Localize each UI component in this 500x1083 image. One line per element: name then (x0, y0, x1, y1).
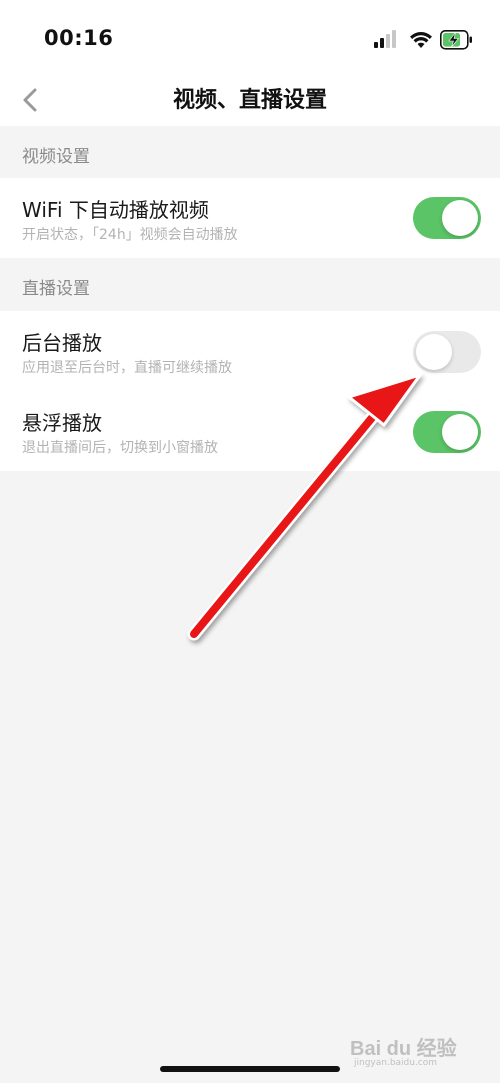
section-title: 视频设置 (22, 147, 90, 167)
battery-charging-icon (440, 30, 472, 50)
toggle-knob (416, 334, 452, 370)
status-bar: 00:16 (0, 0, 500, 78)
floating-play-toggle[interactable] (413, 411, 481, 453)
row-subtitle: 退出直播间后，切换到小窗播放 (22, 440, 218, 456)
watermark-url: jingyan.baidu.com (354, 1058, 438, 1068)
row-title: 悬浮播放 (22, 411, 102, 435)
section-title: 直播设置 (22, 279, 90, 299)
row-subtitle: 开启状态，「24h」视频会自动播放 (22, 227, 238, 243)
background-play-toggle[interactable] (413, 331, 481, 373)
section-header-live: 直播设置 (0, 258, 500, 310)
status-time: 00:16 (44, 26, 114, 50)
row-title: WiFi 下自动播放视频 (22, 198, 209, 222)
watermark: Bai du 经验 jingyan.baidu.com (350, 1028, 480, 1074)
settings-row-floating-play: 悬浮播放 退出直播间后，切换到小窗播放 (0, 391, 500, 471)
page-title: 视频、直播设置 (172, 88, 327, 113)
signal-icon (374, 30, 396, 48)
settings-row-wifi-autoplay: WiFi 下自动播放视频 开启状态，「24h」视频会自动播放 (0, 178, 500, 258)
nav-bar: 视频、直播设置 (0, 78, 500, 126)
wifi-icon (410, 32, 432, 48)
home-indicator[interactable] (160, 1066, 340, 1072)
row-subtitle: 应用退至后台时，直播可继续播放 (22, 360, 232, 376)
settings-row-background-play: 后台播放 应用退至后台时，直播可继续播放 (0, 311, 500, 391)
wifi-autoplay-toggle[interactable] (413, 197, 481, 239)
status-icons (374, 28, 474, 52)
section-header-video: 视频设置 (0, 126, 500, 178)
watermark-logo: Bai du 经验 (350, 1038, 457, 1060)
toggle-knob (442, 414, 478, 450)
row-title: 后台播放 (22, 331, 102, 355)
toggle-knob (442, 200, 478, 236)
